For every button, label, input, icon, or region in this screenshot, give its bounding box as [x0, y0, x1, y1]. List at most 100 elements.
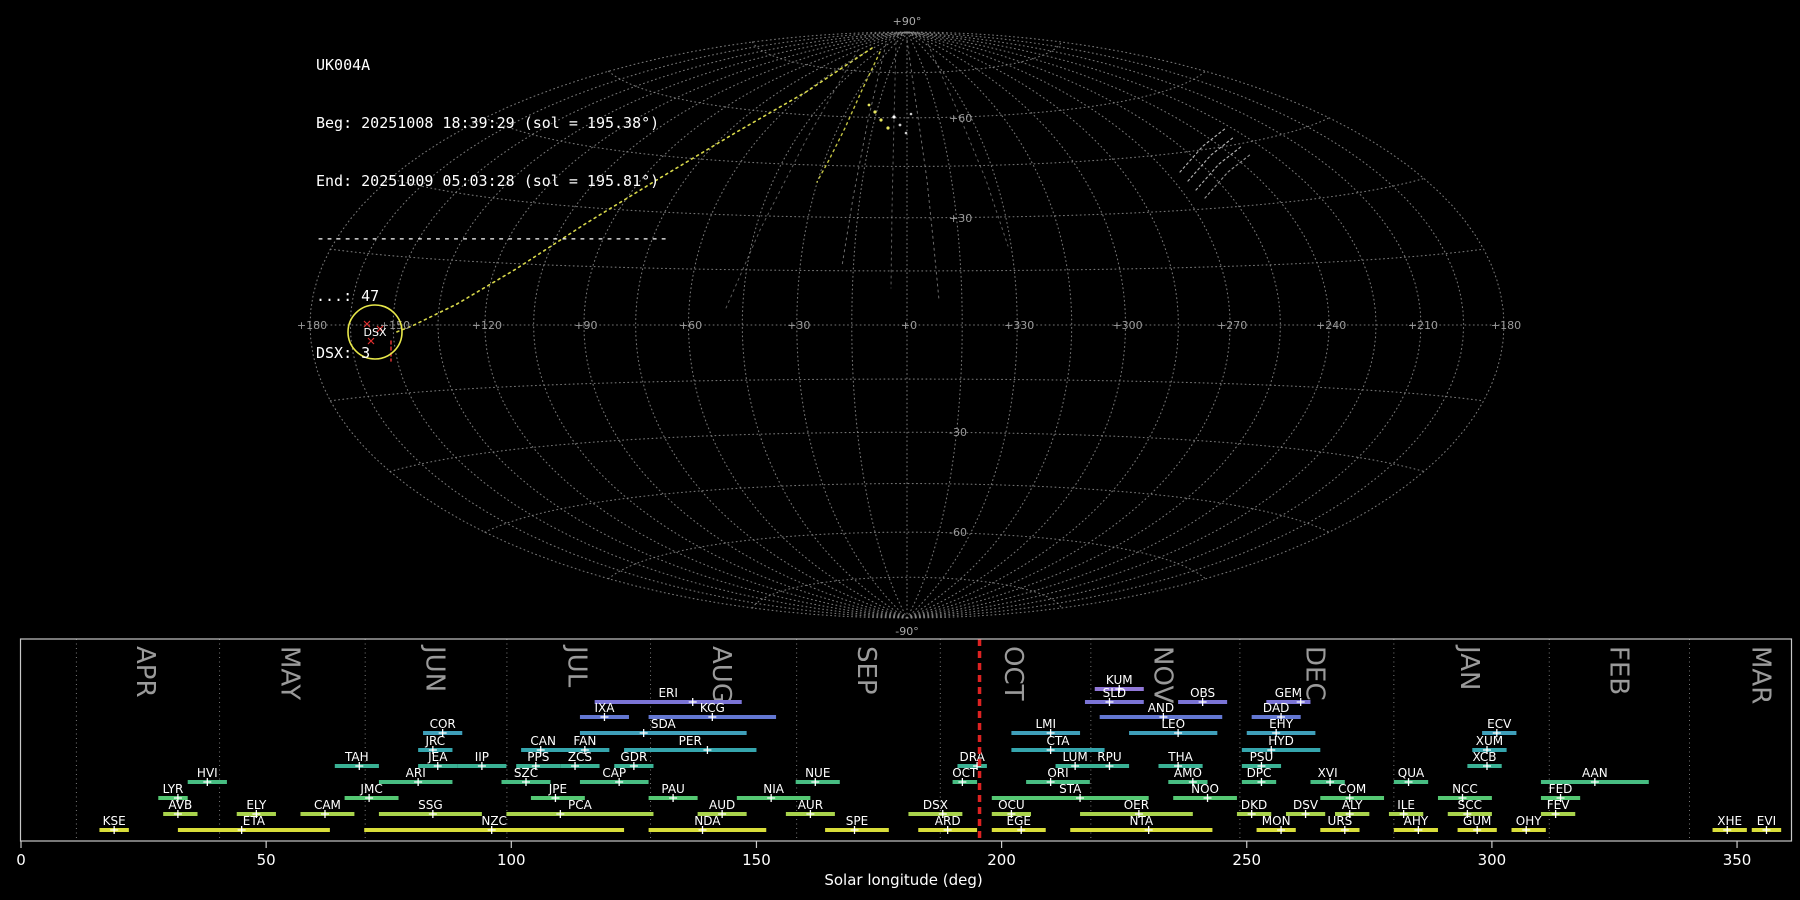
shower-label-dsv: DSV: [1293, 798, 1319, 812]
shower-label-ssg: SSG: [418, 798, 443, 812]
month-label-dec: DEC: [1299, 646, 1329, 701]
radiant-spot: [873, 110, 877, 114]
month-label-jan: JAN: [1454, 644, 1484, 690]
shower-label-rpu: RPU: [1097, 750, 1121, 764]
shower-peak-eri: [688, 698, 697, 706]
shower-label-psu: PSU: [1250, 750, 1274, 764]
shower-label-and: AND: [1148, 701, 1174, 715]
shower-label-jmc: JMC: [359, 782, 382, 796]
shower-label-avb: AVB: [168, 798, 192, 812]
scene-canvas: +180 +150 +120 +90 +60 +30 +0 +330 +300 +270 +240 +…: [16, 15, 1793, 889]
x-axis-tick-label: 250: [1232, 851, 1261, 869]
month-label-sep: SEP: [851, 646, 881, 695]
shower-label-cta: CTA: [1046, 734, 1070, 748]
radiant-spot: [886, 126, 890, 130]
shower-label-xcb: XCB: [1473, 750, 1497, 764]
shower-label-xhe: XHE: [1717, 814, 1742, 828]
sky-grid-parallel: [607, 70, 1207, 119]
shower-label-oct: OCT: [952, 766, 978, 780]
shower-label-kum: KUM: [1106, 673, 1133, 687]
station-id: UK004A: [316, 56, 371, 75]
end-time-line: End: 20251009 05:03:28 (sol = 195.81°): [316, 171, 660, 190]
fov-arc: [1195, 145, 1243, 191]
shower-label-jpe: JPE: [548, 782, 567, 796]
shower-label-scc: SCC: [1458, 798, 1482, 812]
meteor-trail: [725, 49, 859, 309]
shower-label-nue: NUE: [805, 766, 830, 780]
shower-label-kse: KSE: [103, 814, 126, 828]
shower-peak-per: [703, 746, 712, 754]
shower-label-ard: ARD: [935, 814, 961, 828]
x-axis-tick-label: 350: [1723, 851, 1752, 869]
shower-label-pca: PCA: [568, 798, 593, 812]
radiant-spot: [909, 112, 913, 116]
shower-label-hvi: HVI: [197, 766, 218, 780]
shower-label-gum: GUM: [1463, 814, 1491, 828]
shower-label-cam: CAM: [314, 798, 341, 812]
shower-label-pps: PPS: [527, 750, 549, 764]
shower-label-ocu: OCU: [998, 798, 1025, 812]
shower-label-eta: ETA: [243, 814, 266, 828]
sporadic-count: ...: 47: [316, 286, 380, 305]
shower-label-iip: IIP: [475, 750, 489, 764]
ra-grid-label: +60: [679, 319, 702, 332]
shower-label-nta: NTA: [1130, 814, 1154, 828]
shower-label-jrc: JRC: [424, 734, 445, 748]
shower-label-ahy: AHY: [1404, 814, 1429, 828]
shower-label-ncc: NCC: [1452, 782, 1478, 796]
dec-grid-label: -60: [949, 526, 967, 539]
shower-label-ari: ARI: [406, 766, 426, 780]
shower-label-cor: COR: [430, 717, 456, 731]
shower-label-fed: FED: [1549, 782, 1573, 796]
x-axis-tick-label: 150: [742, 851, 771, 869]
shower-label-zcs: ZCS: [568, 750, 592, 764]
shower-label-hyd: HYD: [1268, 734, 1294, 748]
radiant-spot: [892, 115, 896, 119]
shower-label-dra: DRA: [960, 750, 986, 764]
x-axis-tick-label: 100: [497, 851, 526, 869]
ra-grid-label: +270: [1217, 319, 1247, 332]
shower-label-com: COM: [1338, 782, 1366, 796]
shower-label-fev: FEV: [1547, 798, 1570, 812]
shower-label-ile: ILE: [1397, 798, 1415, 812]
month-label-may: MAY: [275, 646, 305, 700]
x-axis-tick-label: 50: [257, 851, 276, 869]
shower-label-tah: TAH: [344, 750, 369, 764]
shower-label-pau: PAU: [661, 782, 684, 796]
shower-label-fan: FAN: [573, 734, 596, 748]
shower-label-oer: OER: [1124, 798, 1149, 812]
radiant-spot: [898, 123, 902, 127]
meteor-trail: [906, 39, 940, 301]
north-pole-label: +90°: [893, 15, 922, 28]
radiant-map-screen: +180 +150 +120 +90 +60 +30 +0 +330 +300 +270 +240 +…: [0, 0, 1800, 900]
shower-label-urs: URS: [1328, 814, 1353, 828]
radiant-spot: [879, 118, 883, 122]
shower-label-ori: ORI: [1047, 766, 1068, 780]
shower-label-szc: SZC: [514, 766, 538, 780]
radiant-spot: [904, 131, 908, 135]
shower-label-ehy: EHY: [1269, 717, 1294, 731]
shower-label-jea: JEA: [427, 750, 448, 764]
shower-label-xum: XUM: [1476, 734, 1503, 748]
shower-label-ely: ELY: [246, 798, 267, 812]
shower-label-nzc: NZC: [481, 814, 507, 828]
ra-grid-label: +0: [901, 319, 917, 332]
begin-time-line: Beg: 20251008 18:39:29 (sol = 195.38°): [316, 113, 660, 132]
shower-label-leo: LEO: [1161, 717, 1185, 731]
x-axis-title: Solar longitude (deg): [824, 871, 982, 889]
shower-peak-pca: [556, 810, 565, 818]
shower-label-mon: MON: [1262, 814, 1291, 828]
dsx-count: DSX: 3: [316, 344, 371, 363]
shower-label-cap: CAP: [602, 766, 626, 780]
shower-label-per: PER: [679, 734, 702, 748]
shower-label-ecv: ECV: [1487, 717, 1512, 731]
shower-label-ege: EGE: [1007, 814, 1031, 828]
shower-label-eri: ERI: [658, 686, 677, 700]
shower-label-dpc: DPC: [1247, 766, 1272, 780]
month-label-jun: JUN: [419, 644, 449, 692]
x-axis-tick-label: 200: [987, 851, 1016, 869]
dec-grid-label: +30: [949, 212, 972, 225]
shower-label-obs: OBS: [1190, 686, 1215, 700]
radiant-spot: [867, 103, 871, 107]
shower-label-dad: DAD: [1263, 701, 1289, 715]
